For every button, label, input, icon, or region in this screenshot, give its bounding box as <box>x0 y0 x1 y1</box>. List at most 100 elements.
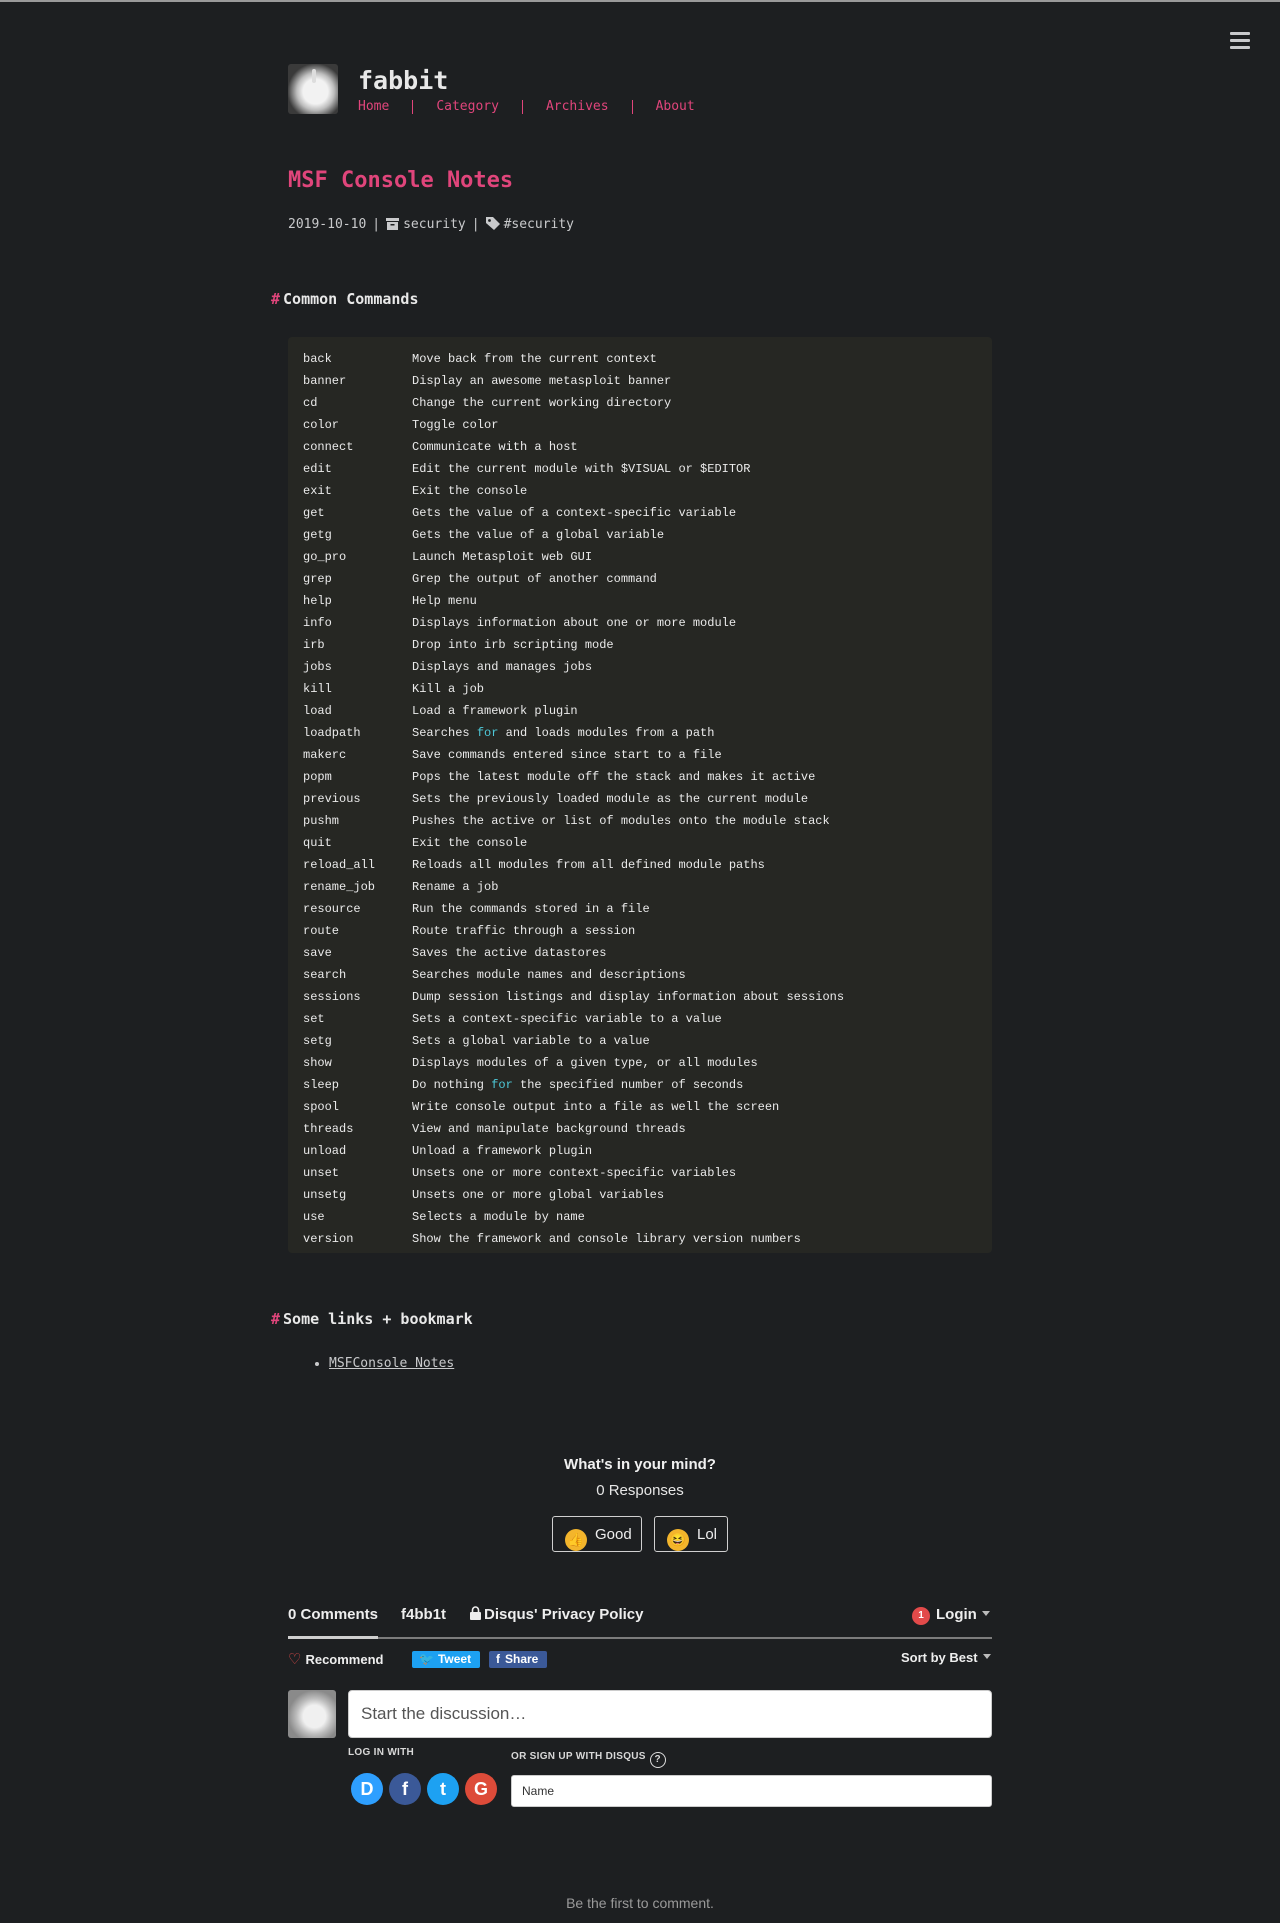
code-line: route Route traffic through a session <box>303 920 969 942</box>
command-description: Show the framework and console library v… <box>412 1232 801 1246</box>
facebook-login-icon[interactable]: f <box>389 1773 421 1805</box>
hamburger-menu-icon[interactable] <box>1230 32 1250 50</box>
lock-icon <box>470 1606 481 1620</box>
command-name: setg <box>303 1034 332 1048</box>
command-description: View and manipulate background threads <box>412 1122 686 1136</box>
recommend-button[interactable]: ♡ Recommend <box>288 1650 383 1668</box>
login-button[interactable]: 1 Login <box>912 1606 990 1625</box>
command-description: Saves the active datastores <box>412 946 607 960</box>
list-item: MSFConsole Notes <box>329 1356 454 1371</box>
post-date: 2019-10-10 <box>288 217 367 232</box>
command-description: Run the commands stored in a file <box>412 902 650 916</box>
command-description: Move back from the current context <box>412 352 657 366</box>
command-name: jobs <box>303 660 332 674</box>
reactions-count: 0 Responses <box>596 1482 684 1499</box>
command-description: Do nothing for the specified number of s… <box>412 1078 744 1092</box>
command-description: Sets a global variable to a value <box>412 1034 650 1048</box>
command-name: sessions <box>303 990 361 1004</box>
command-name: help <box>303 594 332 608</box>
post-category[interactable]: security <box>403 217 466 232</box>
code-line: makerc Save commands entered since start … <box>303 744 969 766</box>
command-description: Searches module names and descriptions <box>412 968 686 982</box>
command-description: Write console output into a file as well… <box>412 1100 780 1114</box>
google-login-icon[interactable]: G <box>465 1773 497 1805</box>
code-line: threads View and manipulate background th… <box>303 1118 969 1140</box>
name-field[interactable]: Name <box>511 1775 992 1807</box>
command-description: Reloads all modules from all defined mod… <box>412 858 765 872</box>
command-name: getg <box>303 528 332 542</box>
command-name: loadpath <box>303 726 361 740</box>
command-description: Unload a framework plugin <box>412 1144 593 1158</box>
command-description: Load a framework plugin <box>412 704 578 718</box>
code-line: jobs Displays and manages jobs <box>303 656 969 678</box>
disqus-login-icon[interactable]: D <box>351 1773 383 1805</box>
command-name: get <box>303 506 325 520</box>
main-nav: Home Category Archives About <box>358 99 695 114</box>
privacy-policy-link[interactable]: Disqus' Privacy Policy <box>470 1606 643 1623</box>
sort-dropdown[interactable]: Sort by Best <box>901 1650 991 1665</box>
code-line: kill Kill a job <box>303 678 969 700</box>
command-description: Save commands entered since start to a f… <box>412 748 722 762</box>
reaction-good-button[interactable]: 👍 Good <box>552 1516 642 1552</box>
code-line: unsetg Unsets one or more global variable… <box>303 1184 969 1206</box>
command-description: Exit the console <box>412 836 528 850</box>
code-line: set Sets a context-specific variable to a… <box>303 1008 969 1030</box>
code-line: go_pro Launch Metasploit web GUI <box>303 546 969 568</box>
help-icon[interactable]: ? <box>649 1752 666 1768</box>
nav-archives[interactable]: Archives <box>546 99 609 114</box>
section-heading-commands: # Common Commands <box>271 290 419 308</box>
site-logo[interactable] <box>288 64 338 114</box>
command-description: Pushes the active or list of modules ont… <box>412 814 830 828</box>
tabs-divider <box>288 1637 992 1639</box>
code-line: spool Write console output into a file as… <box>303 1096 969 1118</box>
command-description: Kill a job <box>412 682 485 696</box>
command-name: color <box>303 418 340 432</box>
command-name: popm <box>303 770 332 784</box>
command-description: Grep the output of another command <box>412 572 657 586</box>
share-button[interactable]: f Share <box>489 1651 548 1668</box>
code-line: sleep Do nothing for the specified number… <box>303 1074 969 1096</box>
command-name: info <box>303 616 332 630</box>
command-description: Dump session listings and display inform… <box>412 990 845 1004</box>
anchor-hash[interactable]: # <box>271 290 280 308</box>
code-line: unset Unsets one or more context-specific… <box>303 1162 969 1184</box>
command-description: Displays information about one or more m… <box>412 616 737 630</box>
command-name: threads <box>303 1122 354 1136</box>
site-header: fabbit Home Category Archives About <box>288 64 992 124</box>
msfconsole-notes-link[interactable]: MSFConsole Notes <box>329 1356 454 1371</box>
command-name: pushm <box>303 814 340 828</box>
links-list: MSFConsole Notes <box>309 1356 454 1371</box>
command-name: resource <box>303 902 361 916</box>
anchor-hash[interactable]: # <box>271 1310 280 1328</box>
nav-home[interactable]: Home <box>358 99 389 114</box>
command-description: Gets the value of a global variable <box>412 528 665 542</box>
post-tag[interactable]: #security <box>504 217 574 232</box>
code-line: loadpath Searches for and loads modules f… <box>303 722 969 744</box>
command-name: show <box>303 1056 332 1070</box>
reaction-lol-button[interactable]: 😆 Lol <box>654 1516 728 1552</box>
command-name: spool <box>303 1100 340 1114</box>
tab-site[interactable]: f4bb1t <box>401 1606 446 1623</box>
nav-about[interactable]: About <box>656 99 695 114</box>
code-line: resource Run the commands stored in a fil… <box>303 898 969 920</box>
command-name: reload_all <box>303 858 376 872</box>
code-line: exit Exit the console <box>303 480 969 502</box>
twitter-icon: 🐦 <box>419 1652 434 1666</box>
code-line: load Load a framework plugin <box>303 700 969 722</box>
comment-input[interactable]: Start the discussion… <box>348 1690 992 1738</box>
twitter-login-icon[interactable]: t <box>427 1773 459 1805</box>
site-title[interactable]: fabbit <box>358 66 448 96</box>
tab-comments[interactable]: 0 Comments <box>288 1606 378 1623</box>
command-name: unset <box>303 1166 340 1180</box>
command-name: rename_job <box>303 880 376 894</box>
command-name: load <box>303 704 332 718</box>
tweet-button[interactable]: 🐦 Tweet <box>412 1651 481 1668</box>
command-name: unload <box>303 1144 347 1158</box>
command-name: route <box>303 924 340 938</box>
command-description: Edit the current module with $VISUAL or … <box>412 462 751 476</box>
command-name: irb <box>303 638 325 652</box>
code-line: search Searches module names and descript… <box>303 964 969 986</box>
nav-category[interactable]: Category <box>436 99 499 114</box>
section-heading-links: # Some links + bookmark <box>271 1310 473 1328</box>
command-description: Exit the console <box>412 484 528 498</box>
